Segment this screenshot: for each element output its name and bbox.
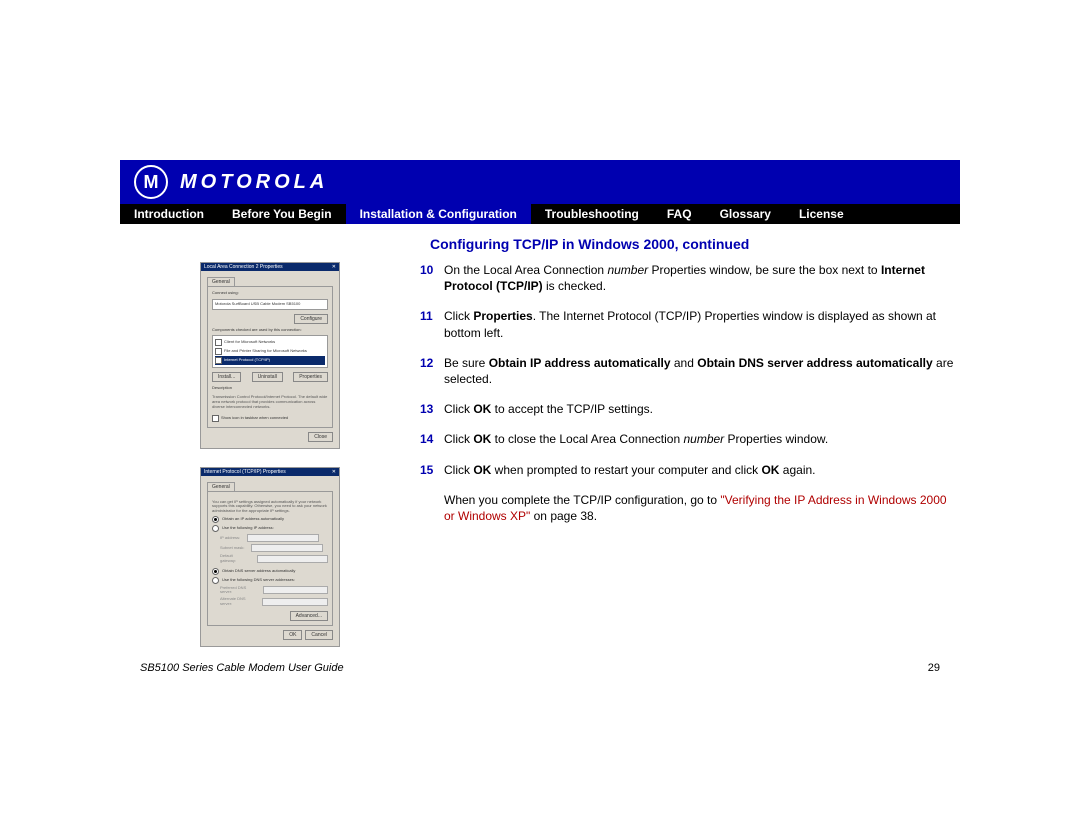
step-body: Click OK to accept the TCP/IP settings. bbox=[444, 401, 960, 417]
obtain-ip-label: Obtain an IP address automatically bbox=[222, 517, 284, 522]
brand-wordmark: MOTOROLA bbox=[180, 171, 328, 194]
components-label: Components checked are used by this conn… bbox=[212, 328, 328, 333]
adapter-name: Motorola SurfBoard USB Cable Modem SB510… bbox=[215, 302, 300, 307]
tab-general[interactable]: General bbox=[207, 482, 235, 492]
show-icon-label: Show icon in taskbar when connected bbox=[221, 416, 288, 421]
step-number: 13 bbox=[420, 401, 444, 417]
nav-troubleshooting[interactable]: Troubleshooting bbox=[531, 204, 653, 224]
tcpip-blurb: You can get IP settings assigned automat… bbox=[212, 500, 328, 514]
close-icon[interactable]: ✕ bbox=[332, 469, 336, 475]
close-button[interactable]: Close bbox=[308, 432, 333, 442]
gateway-field bbox=[257, 555, 328, 563]
checkbox-icon[interactable] bbox=[215, 357, 222, 364]
step-number: 15 bbox=[420, 462, 444, 478]
obtain-dns-label: Obtain DNS server address automatically bbox=[222, 569, 295, 574]
document-page: M MOTOROLA Introduction Before You Begin… bbox=[0, 0, 1080, 834]
checkbox-icon[interactable] bbox=[215, 339, 222, 346]
closing-paragraph: When you complete the TCP/IP configurati… bbox=[444, 492, 960, 524]
radio-icon[interactable] bbox=[212, 516, 219, 523]
component-item[interactable]: Client for Microsoft Networks bbox=[215, 338, 325, 347]
uninstall-button[interactable]: Uninstall bbox=[252, 372, 283, 382]
ok-button[interactable]: OK bbox=[283, 630, 302, 640]
configure-button[interactable]: Configure bbox=[294, 314, 328, 324]
radio-icon[interactable] bbox=[212, 568, 219, 575]
content-row: Local Area Connection 2 Properties ✕ Gen… bbox=[120, 262, 960, 665]
radio-icon[interactable] bbox=[212, 577, 219, 584]
nav-license[interactable]: License bbox=[785, 204, 858, 224]
brand-header: M MOTOROLA bbox=[120, 160, 960, 204]
step-number: 12 bbox=[420, 355, 444, 387]
dialog-titlebar: Internet Protocol (TCP/IP) Properties ✕ bbox=[201, 468, 339, 476]
step-body: Click Properties. The Internet Protocol … bbox=[444, 308, 960, 340]
cancel-button[interactable]: Cancel bbox=[305, 630, 333, 640]
step-body: Click OK to close the Local Area Connect… bbox=[444, 431, 960, 447]
install-button[interactable]: Install... bbox=[212, 372, 241, 382]
close-icon[interactable]: ✕ bbox=[332, 264, 336, 270]
advanced-button[interactable]: Advanced... bbox=[290, 611, 328, 621]
lan-properties-dialog: Local Area Connection 2 Properties ✕ Gen… bbox=[200, 262, 340, 449]
nav-glossary[interactable]: Glossary bbox=[706, 204, 785, 224]
connect-using-label: Connect using: bbox=[212, 291, 328, 296]
radio-icon[interactable] bbox=[212, 525, 219, 532]
checkbox-icon[interactable] bbox=[215, 348, 222, 355]
screenshot-thumbnails: Local Area Connection 2 Properties ✕ Gen… bbox=[120, 262, 380, 665]
properties-button[interactable]: Properties bbox=[293, 372, 328, 382]
description-label: Description bbox=[212, 386, 328, 391]
step-14: 14 Click OK to close the Local Area Conn… bbox=[420, 431, 960, 447]
footer-page-number: 29 bbox=[928, 662, 940, 674]
motorola-logo-icon: M bbox=[134, 165, 168, 199]
step-number: 10 bbox=[420, 262, 444, 294]
step-11: 11 Click Properties. The Internet Protoc… bbox=[420, 308, 960, 340]
pref-dns-field bbox=[263, 586, 328, 594]
step-body: Click OK when prompted to restart your c… bbox=[444, 462, 960, 478]
step-10: 10 On the Local Area Connection number P… bbox=[420, 262, 960, 294]
component-item-selected[interactable]: Internet Protocol (TCP/IP) bbox=[215, 356, 325, 365]
use-ip-label: Use the following IP address: bbox=[222, 526, 274, 531]
nav-bar: Introduction Before You Begin Installati… bbox=[120, 204, 960, 224]
dialog-title-text: Local Area Connection 2 Properties bbox=[204, 264, 283, 270]
step-body: On the Local Area Connection number Prop… bbox=[444, 262, 960, 294]
use-dns-label: Use the following DNS server addresses: bbox=[222, 578, 295, 583]
dialog-titlebar: Local Area Connection 2 Properties ✕ bbox=[201, 263, 339, 271]
section-title: Configuring TCP/IP in Windows 2000, cont… bbox=[430, 236, 960, 252]
dialog-title-text: Internet Protocol (TCP/IP) Properties bbox=[204, 469, 286, 475]
nav-installation-configuration[interactable]: Installation & Configuration bbox=[346, 204, 531, 224]
component-item[interactable]: File and Printer Sharing for Microsoft N… bbox=[215, 347, 325, 356]
nav-faq[interactable]: FAQ bbox=[653, 204, 706, 224]
nav-before-you-begin[interactable]: Before You Begin bbox=[218, 204, 346, 224]
description-text: Transmission Control Protocol/Internet P… bbox=[212, 395, 328, 409]
ip-address-field bbox=[247, 534, 319, 542]
tcpip-properties-dialog: Internet Protocol (TCP/IP) Properties ✕ … bbox=[200, 467, 340, 647]
checkbox-icon[interactable] bbox=[212, 415, 219, 422]
alt-dns-field bbox=[262, 598, 328, 606]
step-number: 14 bbox=[420, 431, 444, 447]
footer-guide-title: SB5100 Series Cable Modem User Guide bbox=[140, 662, 344, 674]
step-15: 15 Click OK when prompted to restart you… bbox=[420, 462, 960, 478]
subnet-field bbox=[251, 544, 323, 552]
page-footer: SB5100 Series Cable Modem User Guide 29 bbox=[140, 662, 940, 674]
tab-general[interactable]: General bbox=[207, 277, 235, 287]
step-13: 13 Click OK to accept the TCP/IP setting… bbox=[420, 401, 960, 417]
nav-introduction[interactable]: Introduction bbox=[120, 204, 218, 224]
step-body: Be sure Obtain IP address automatically … bbox=[444, 355, 960, 387]
step-12: 12 Be sure Obtain IP address automatical… bbox=[420, 355, 960, 387]
instruction-steps: 10 On the Local Area Connection number P… bbox=[380, 262, 960, 665]
logo-letter: M bbox=[144, 172, 159, 193]
step-number: 11 bbox=[420, 308, 444, 340]
